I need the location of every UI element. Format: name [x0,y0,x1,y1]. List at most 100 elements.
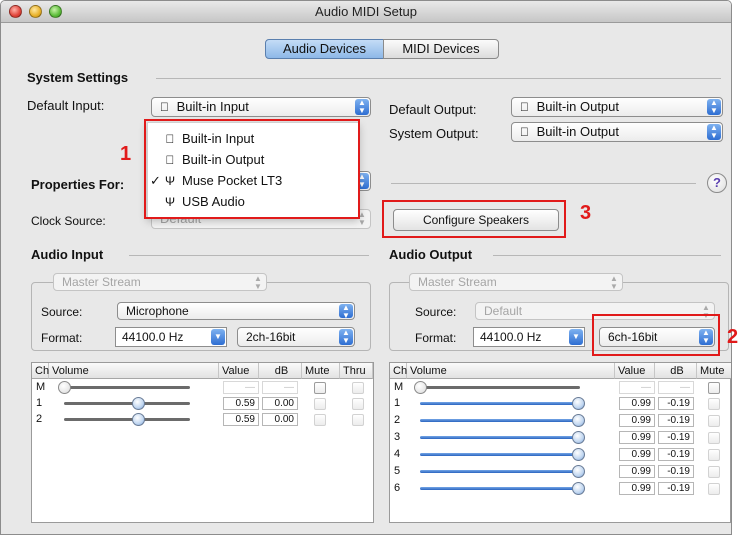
volume-slider-knob[interactable] [572,465,586,478]
popup-arrows-icon: ▲ ▼ [339,304,353,320]
column-header-value[interactable]: Value [615,363,655,379]
popup-arrows-icon: ▲ ▼ [339,329,353,345]
volume-slider-track[interactable] [420,470,580,473]
audio-output-channel-table: Ch Volume Value dB Mute M — — 1 0.99 -0.… [389,362,731,523]
system-settings-title: System Settings [27,70,129,85]
channel-label: 2 [394,414,401,426]
value-field[interactable]: 0.99 [619,448,655,461]
default-output-popup[interactable]:  Built-in Output ▲▼ [511,97,723,117]
mute-checkbox[interactable] [314,382,326,394]
column-header-db[interactable]: dB [655,363,697,379]
default-output-value: Built-in Output [524,99,619,114]
volume-slider-track[interactable] [64,402,190,405]
value-field[interactable]: 0.59 [223,413,259,426]
db-field[interactable]: -0.19 [658,465,694,478]
db-field[interactable]: 0.00 [262,413,298,426]
input-source-popup[interactable]: Microphone ▲ ▼ [117,302,355,320]
volume-slider-knob[interactable] [572,448,586,461]
input-source-label: Source: [41,305,83,319]
column-header-mute[interactable]: Mute [697,363,731,379]
audio-output-divider [493,255,721,256]
column-header-ch[interactable]: Ch [390,363,407,379]
volume-slider-knob[interactable] [572,414,586,427]
output-rate-combo[interactable]: 44100.0 Hz ▼ [473,327,585,347]
db-field[interactable]: -0.19 [658,448,694,461]
volume-slider-knob[interactable] [572,482,586,495]
table-row: 5 0.99 -0.19 [390,464,730,479]
input-bit-format-popup[interactable]: 2ch-16bit ▲ ▼ [237,327,355,347]
value-field[interactable]: 0.99 [619,431,655,444]
volume-slider-track[interactable] [420,453,580,456]
audio-output-title: Audio Output [389,247,473,262]
table-row: 6 0.99 -0.19 [390,481,730,496]
column-header-volume[interactable]: Volume [49,363,219,379]
db-field[interactable]: -0.19 [658,414,694,427]
apple-icon:  [160,100,169,114]
table-row: M — — [32,380,373,395]
mute-checkbox[interactable] [708,483,720,495]
default-input-popup[interactable]:  Built-in Input ▲▼ [151,97,371,117]
column-header-ch[interactable]: Ch [32,363,49,379]
db-field[interactable]: -0.19 [658,482,694,495]
value-field[interactable]: 0.99 [619,397,655,410]
column-header-thru[interactable]: Thru [340,363,373,379]
default-output-label: Default Output: [389,102,477,117]
volume-slider-knob[interactable] [414,381,427,394]
mute-checkbox[interactable] [708,449,720,461]
popup-arrows-icon: ▲ ▼ [707,124,721,140]
value-field[interactable]: 0.99 [619,414,655,427]
volume-slider-knob[interactable] [572,431,586,444]
db-field[interactable]: -0.19 [658,431,694,444]
volume-slider-track[interactable] [420,436,580,439]
input-format-label: Format: [41,331,83,345]
value-field: — [619,381,655,394]
close-window-button[interactable] [9,5,22,18]
mute-checkbox[interactable] [314,398,326,410]
column-header-db[interactable]: dB [259,363,302,379]
minimize-window-button[interactable] [29,5,42,18]
volume-slider-knob[interactable] [132,397,146,410]
value-field[interactable]: 0.99 [619,482,655,495]
db-field[interactable]: 0.00 [262,397,298,410]
mute-checkbox[interactable] [708,466,720,478]
column-header-mute[interactable]: Mute [302,363,340,379]
volume-slider-track[interactable] [64,418,190,421]
help-icon[interactable]: ? [707,173,727,193]
mute-checkbox[interactable] [708,398,720,410]
value-field[interactable]: 0.59 [223,397,259,410]
annotation-label-3: 3 [580,202,592,224]
mute-checkbox[interactable] [708,415,720,427]
audio-input-divider [129,255,369,256]
mute-checkbox[interactable] [314,414,326,426]
value-field: — [223,381,259,394]
column-header-value[interactable]: Value [219,363,259,379]
system-output-popup[interactable]:  Built-in Output ▲▼ [511,122,723,142]
audio-input-channel-table: Ch Volume Value dB Mute Thru M — — 1 0.5… [31,362,374,523]
table-row: 2 0.59 0.00 [32,412,373,427]
mute-checkbox[interactable] [708,432,720,444]
zoom-window-button[interactable] [49,5,62,18]
tab-midi-devices[interactable]: MIDI Devices [383,39,499,59]
column-header-volume[interactable]: Volume [407,363,615,379]
value-field[interactable]: 0.99 [619,465,655,478]
apple-icon:  [520,125,529,139]
volume-slider-knob[interactable] [132,413,146,426]
volume-slider-track[interactable] [420,402,580,405]
tab-audio-devices[interactable]: Audio Devices [265,39,384,59]
volume-slider-knob[interactable] [572,397,586,410]
volume-slider-track[interactable] [420,487,580,490]
system-settings-divider [156,78,721,79]
input-rate-combo[interactable]: 44100.0 Hz ▼ [115,327,227,347]
annotation-box-1 [144,119,360,219]
volume-slider-track[interactable] [420,419,580,422]
mute-checkbox[interactable] [708,382,720,394]
volume-slider-track[interactable] [64,386,190,389]
volume-slider-track[interactable] [420,386,580,389]
window-title: Audio MIDI Setup [315,4,417,19]
properties-for-label: Properties For: [31,177,125,192]
channel-label: 4 [394,448,401,460]
channel-label: 3 [394,431,401,443]
volume-slider-knob[interactable] [58,381,71,394]
db-field[interactable]: -0.19 [658,397,694,410]
output-source-value: Default [484,304,523,318]
